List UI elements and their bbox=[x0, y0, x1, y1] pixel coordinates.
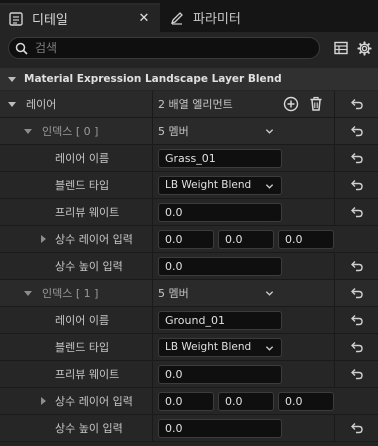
const-layer-input-z[interactable]: 0.0 bbox=[278, 391, 334, 411]
gear-icon[interactable] bbox=[356, 40, 372, 56]
reset-arrow-icon[interactable] bbox=[350, 179, 364, 191]
chevron-down-icon bbox=[265, 183, 274, 189]
collapse-arrow-icon[interactable] bbox=[23, 288, 33, 298]
reset-arrow-icon[interactable] bbox=[350, 341, 364, 353]
reset-arrow-icon[interactable] bbox=[350, 260, 364, 272]
tab-bar: 디테일 ✕ 파라미터 bbox=[0, 0, 378, 32]
const-layer-input-x[interactable]: 0.0 bbox=[158, 391, 214, 411]
layers-label: 레이어 bbox=[26, 98, 57, 111]
reset-arrow-icon[interactable] bbox=[350, 422, 364, 434]
chevron-down-icon bbox=[265, 345, 274, 351]
const-layer-input-x[interactable]: 0.0 bbox=[158, 229, 214, 249]
preview-weight-label: 프리뷰 웨이트 bbox=[55, 206, 120, 219]
blend-type-value: LB Weight Blend bbox=[165, 179, 252, 191]
const-layer-input-z[interactable]: 0.0 bbox=[278, 229, 334, 249]
category-header[interactable]: Material Expression Landscape Layer Blen… bbox=[0, 68, 378, 90]
details-panel: Material Expression Landscape Layer Blen… bbox=[0, 32, 378, 446]
search-input[interactable] bbox=[35, 41, 295, 55]
preview-weight-row: 프리뷰 웨이트 0.0 bbox=[0, 361, 378, 388]
search-icon bbox=[15, 41, 29, 55]
reset-arrow-icon[interactable] bbox=[350, 125, 364, 137]
expand-arrow-icon[interactable] bbox=[38, 396, 48, 406]
const-layer-input-label: 상수 레이어 입력 bbox=[55, 395, 133, 408]
reset-arrow-icon[interactable] bbox=[350, 98, 364, 110]
details-icon bbox=[8, 11, 24, 27]
layer-name-field[interactable]: Ground_01 bbox=[158, 310, 282, 330]
reset-arrow-icon[interactable] bbox=[350, 206, 364, 218]
const-height-input-row: 상수 높이 입력 0.0 bbox=[0, 415, 378, 442]
reset-arrow-icon[interactable] bbox=[350, 287, 364, 299]
layer-name-row: 레이어 이름 Ground_01 bbox=[0, 307, 378, 334]
index-row: 인덱스 [ 0 ] 5 멤버 bbox=[0, 118, 378, 145]
const-layer-input-label: 상수 레이어 입력 bbox=[55, 233, 133, 246]
const-height-input-field[interactable]: 0.0 bbox=[158, 256, 282, 276]
const-layer-input-row: 상수 레이어 입력 0.0 0.0 0.0 bbox=[0, 226, 378, 253]
const-height-input-label: 상수 높이 입력 bbox=[55, 260, 123, 273]
table-view-icon[interactable] bbox=[333, 40, 349, 56]
layers-row: 레이어 2 배열 엘리먼트 bbox=[0, 91, 378, 118]
blend-type-label: 블렌드 타입 bbox=[55, 179, 110, 192]
index-label: 인덱스 [ 1 ] bbox=[42, 287, 99, 300]
layers-count: 2 배열 엘리먼트 bbox=[158, 98, 233, 111]
search-box[interactable] bbox=[8, 37, 320, 59]
blend-type-value: LB Weight Blend bbox=[165, 341, 252, 353]
category-title: Material Expression Landscape Layer Blen… bbox=[24, 73, 282, 85]
collapse-arrow-icon[interactable] bbox=[7, 99, 17, 109]
chevron-down-icon[interactable] bbox=[265, 127, 274, 136]
const-height-input-label: 상수 높이 입력 bbox=[55, 422, 123, 435]
collapse-arrow-icon bbox=[8, 77, 16, 82]
blend-type-combo[interactable]: LB Weight Blend bbox=[158, 175, 282, 195]
const-layer-input-y[interactable]: 0.0 bbox=[218, 391, 274, 411]
preview-weight-row: 프리뷰 웨이트 0.0 bbox=[0, 199, 378, 226]
preview-weight-field[interactable]: 0.0 bbox=[158, 202, 282, 222]
trash-icon[interactable] bbox=[308, 96, 324, 112]
layer-name-label: 레이어 이름 bbox=[55, 314, 110, 327]
reset-arrow-icon[interactable] bbox=[350, 152, 364, 164]
index-member-count: 5 멤버 bbox=[158, 125, 189, 138]
const-layer-input-row: 상수 레이어 입력 0.0 0.0 0.0 bbox=[0, 388, 378, 415]
blend-type-row: 블렌드 타입 LB Weight Blend bbox=[0, 172, 378, 199]
search-row bbox=[0, 32, 378, 64]
tab-parameters[interactable]: 파라미터 bbox=[161, 3, 291, 32]
chevron-down-icon[interactable] bbox=[265, 289, 274, 298]
reset-arrow-icon[interactable] bbox=[350, 368, 364, 380]
pencil-icon bbox=[169, 10, 185, 26]
preview-weight-label: 프리뷰 웨이트 bbox=[55, 368, 120, 381]
const-height-input-row: 상수 높이 입력 0.0 bbox=[0, 253, 378, 280]
blend-type-combo[interactable]: LB Weight Blend bbox=[158, 337, 282, 357]
index-label: 인덱스 [ 0 ] bbox=[42, 125, 99, 138]
layer-name-field[interactable]: Grass_01 bbox=[158, 148, 282, 168]
property-rows: 레이어 2 배열 엘리먼트 인덱스 [ 0 ] 5 멤버 레이어 이름 Gras… bbox=[0, 91, 378, 442]
collapse-arrow-icon[interactable] bbox=[23, 126, 33, 136]
tab-parameters-label: 파라미터 bbox=[193, 12, 241, 27]
reset-arrow-icon[interactable] bbox=[350, 314, 364, 326]
index-member-count: 5 멤버 bbox=[158, 287, 189, 300]
close-icon[interactable]: ✕ bbox=[136, 10, 152, 26]
tab-details-label: 디테일 bbox=[32, 13, 68, 28]
preview-weight-field[interactable]: 0.0 bbox=[158, 364, 282, 384]
add-element-icon[interactable] bbox=[283, 96, 299, 112]
tab-details[interactable]: 디테일 ✕ bbox=[0, 3, 160, 32]
const-height-input-field[interactable]: 0.0 bbox=[158, 418, 282, 438]
const-layer-input-y[interactable]: 0.0 bbox=[218, 229, 274, 249]
expand-arrow-icon[interactable] bbox=[38, 234, 48, 244]
index-row: 인덱스 [ 1 ] 5 멤버 bbox=[0, 280, 378, 307]
layer-name-label: 레이어 이름 bbox=[55, 152, 110, 165]
blend-type-label: 블렌드 타입 bbox=[55, 341, 110, 354]
blend-type-row: 블렌드 타입 LB Weight Blend bbox=[0, 334, 378, 361]
layer-name-row: 레이어 이름 Grass_01 bbox=[0, 145, 378, 172]
